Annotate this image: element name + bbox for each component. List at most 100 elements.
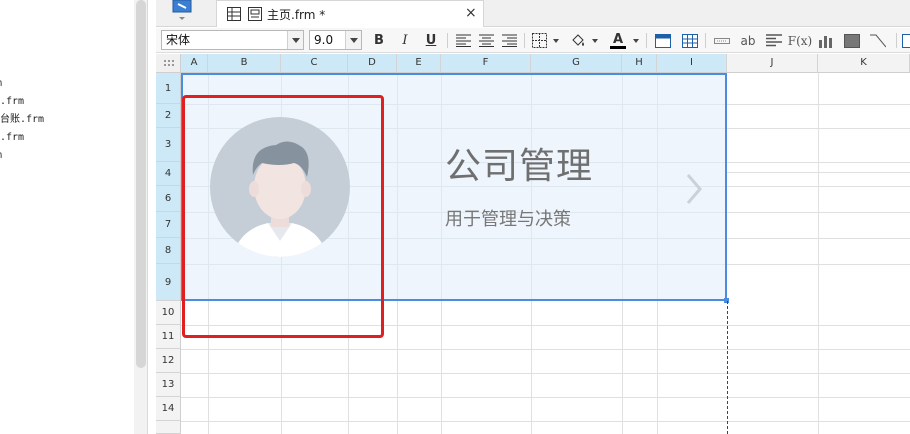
column-header-k[interactable]: K [818,54,910,73]
chevron-down-icon[interactable] [345,31,361,49]
row-header-10[interactable]: 10 [156,301,181,325]
file-tree-scrollbar[interactable] [136,0,146,368]
grid-line [818,73,819,434]
border-button[interactable] [529,31,549,50]
row-header-15[interactable] [156,421,181,434]
align-center-button[interactable] [476,31,496,50]
file-tree-item[interactable]: t [0,401,6,413]
font-color-swatch [610,45,626,49]
align-right-button[interactable] [499,31,519,50]
row-header-6[interactable]: 6 [156,186,181,212]
tab-main-page[interactable]: 主页.frm * × [216,0,484,27]
report-designer-window: rm 账.frm 程台账.frm 账.frm rm m m m t t t [0,0,910,434]
file-tree-item-label: 程台账.frm [0,114,45,125]
align-left-button[interactable] [453,31,473,50]
column-header-j[interactable]: J [727,54,818,73]
more-button[interactable] [902,31,910,50]
file-tree-item[interactable]: 账.frm [0,132,34,144]
font-name-value: 宋体 [166,33,191,47]
report-grid[interactable]: A B C D E F G H I J K 1 2 3 4 6 7 8 9 10… [156,54,910,434]
text-button[interactable]: ab [736,31,760,50]
highlight-box [182,95,384,338]
underline-button[interactable]: U [421,31,441,50]
freeze-pane-icon [655,33,671,48]
new-report-button[interactable] [170,0,194,24]
formula-button[interactable]: F(x) [788,31,812,50]
grid-line [531,301,532,434]
bold-button[interactable]: B [369,31,389,50]
grid-line [441,301,442,434]
table-button[interactable] [680,31,700,50]
select-all-corner[interactable] [156,54,181,73]
column-header-a[interactable]: A [181,54,208,73]
column-header-b[interactable]: B [208,54,281,73]
row-header-7[interactable]: 7 [156,212,181,238]
chart-button[interactable] [816,31,836,50]
column-header-g[interactable]: G [531,54,622,73]
row-header-1[interactable]: 1 [156,73,181,104]
form-file-icon [248,7,262,21]
tab-close-button[interactable]: × [465,5,477,21]
row-header-4[interactable]: 4 [156,162,181,186]
align-left-icon [455,34,471,47]
file-tree-item[interactable]: rm [0,150,12,162]
file-tree-panel: rm 账.frm 程台账.frm 账.frm rm m m m t t t [0,0,148,434]
format-toolbar: 宋体 9.0 B I U A ab F(x) [156,28,910,53]
chevron-down-icon[interactable] [287,31,303,49]
image-button[interactable] [842,31,862,50]
toolbar-divider [705,33,706,48]
column-header-f[interactable]: F [441,54,531,73]
row-header-2[interactable]: 2 [156,104,181,128]
banner-subtitle: 用于管理与决策 [445,209,571,230]
toolbar-divider [896,33,897,48]
toolbar-divider [646,33,647,48]
field-icon [714,37,730,44]
grid-line [622,301,623,434]
file-tree-item[interactable]: t [0,419,6,431]
column-header-d[interactable]: D [348,54,397,73]
font-size-value: 9.0 [314,33,334,47]
table-icon [682,33,698,48]
font-color-button[interactable]: A [608,31,628,50]
font-size-select[interactable]: 9.0 [309,30,362,50]
row-header-12[interactable]: 12 [156,349,181,373]
row-header-9[interactable]: 9 [156,264,181,301]
insert-field-button[interactable] [712,31,732,50]
row-header-14[interactable]: 14 [156,397,181,421]
tab-title: 主页.frm * [267,8,326,22]
align-center-icon [478,34,494,47]
more-icon [902,33,910,48]
row-header-13[interactable]: 13 [156,373,181,397]
file-tree-item-label: rm [0,78,2,90]
freeze-button[interactable] [653,31,673,50]
image-icon [844,33,860,48]
column-header-c[interactable]: C [281,54,348,73]
column-header-h[interactable]: H [622,54,657,73]
file-tree-item[interactable]: rm [0,78,12,90]
row-header-8[interactable]: 8 [156,238,181,264]
column-header-e[interactable]: E [397,54,441,73]
border-icon [531,33,547,48]
paragraph-button[interactable] [764,31,784,50]
file-tree-item[interactable]: m [0,168,6,180]
row-header-11[interactable]: 11 [156,325,181,349]
fill-color-button[interactable] [568,31,588,50]
font-name-select[interactable]: 宋体 [161,30,304,50]
file-tree-item[interactable]: m [0,204,6,216]
column-header-i[interactable]: I [657,54,727,73]
align-right-icon [501,34,517,47]
chevron-down-icon[interactable] [592,39,598,43]
row-header-3[interactable]: 3 [156,128,181,162]
italic-button[interactable]: I [395,31,415,50]
chevron-down-icon[interactable] [633,39,639,43]
chevron-right-icon[interactable] [683,171,705,207]
file-tree-item[interactable]: m [0,186,6,198]
file-tree-item-label: 账.frm [0,132,25,143]
file-tree-item[interactable]: 程台账.frm [0,114,54,126]
toolbar-divider [447,33,448,48]
file-tree-item[interactable]: 账.frm [0,96,34,108]
grid-line [181,349,910,350]
slash-button[interactable] [868,31,888,50]
chevron-down-icon[interactable] [553,39,559,43]
file-tree-item[interactable]: t [0,383,6,395]
